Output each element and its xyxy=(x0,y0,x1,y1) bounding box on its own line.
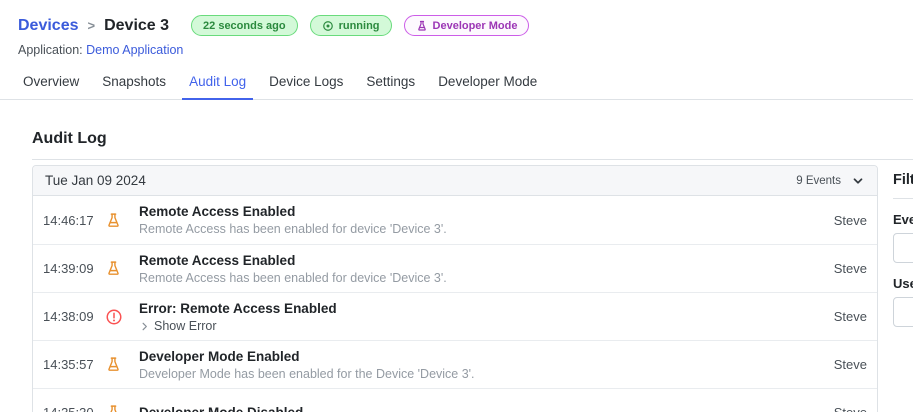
event-description: Remote Access has been enabled for devic… xyxy=(139,270,447,285)
filter-label-user: User xyxy=(893,276,913,291)
developer-mode-badge: Developer Mode xyxy=(403,15,530,36)
event-time: 14:39:09 xyxy=(43,261,94,276)
event-row: 14:46:17 Remote Access Enabled Remote Ac… xyxy=(33,196,877,244)
breadcrumb-separator: > xyxy=(87,18,96,33)
tab-settings[interactable]: Settings xyxy=(359,66,422,100)
developer-mode-badge-label: Developer Mode xyxy=(432,19,518,32)
tab-bar: Overview Snapshots Audit Log Device Logs… xyxy=(0,66,913,100)
page-title: Audit Log xyxy=(32,130,107,147)
tab-label: Audit Log xyxy=(189,74,247,89)
filter-label-event: Event xyxy=(893,212,913,227)
event-description: Developer Mode has been enabled for the … xyxy=(139,366,475,381)
flask-icon xyxy=(416,20,428,32)
flask-icon xyxy=(105,404,131,412)
tab-overview[interactable]: Overview xyxy=(16,66,86,100)
event-time: 14:35:30 xyxy=(43,405,105,412)
event-user: Steve xyxy=(834,405,867,412)
page-header: Devices > Device 3 22 seconds ago runnin… xyxy=(0,0,913,57)
status-badges: 22 seconds ago running Developer Mode xyxy=(191,15,530,36)
tab-label: Device Logs xyxy=(269,74,344,89)
tab-label: Settings xyxy=(366,74,416,89)
tab-device-logs[interactable]: Device Logs xyxy=(262,66,350,100)
breadcrumb-link-devices[interactable]: Devices xyxy=(18,17,79,35)
tab-audit-log[interactable]: Audit Log xyxy=(182,66,254,100)
date-group-header[interactable]: Tue Jan 09 2024 9 Events xyxy=(33,166,877,196)
event-time: 14:35:57 xyxy=(43,357,94,372)
event-title: Developer Mode Enabled xyxy=(139,348,300,364)
filter-user-input[interactable] xyxy=(893,297,913,327)
event-list: 14:46:17 Remote Access Enabled Remote Ac… xyxy=(33,196,877,412)
application-label: Application: xyxy=(18,43,83,57)
event-time: 14:38:09 xyxy=(43,309,94,324)
events-count: 9 Events xyxy=(796,174,841,187)
breadcrumb-current-device: Device 3 xyxy=(104,16,170,34)
show-error-link[interactable]: Show Error xyxy=(139,319,834,333)
event-user: Steve xyxy=(833,261,867,276)
event-title: Developer Mode Disabled xyxy=(139,404,834,412)
record-icon xyxy=(322,20,334,32)
event-description: Remote Access has been enabled for devic… xyxy=(139,222,447,236)
event-user: Steve xyxy=(833,212,867,228)
event-row: 14:35:30 Developer Mode Disabled Steve xyxy=(33,388,877,412)
tab-label: Overview xyxy=(23,74,80,89)
main-content: Audit Log Tue Jan 09 2024 9 Events 14:46… xyxy=(0,100,913,412)
filter-panel: Filter Event User xyxy=(893,165,913,412)
flask-icon xyxy=(105,356,131,373)
flask-icon xyxy=(105,260,131,277)
event-time: 14:46:17 xyxy=(43,212,94,228)
application-link[interactable]: Demo Application xyxy=(86,43,183,57)
last-seen-badge: 22 seconds ago xyxy=(191,15,298,36)
section-divider xyxy=(32,159,913,160)
tab-label: Developer Mode xyxy=(438,74,538,89)
event-row: 14:38:09 Error: Remote Access Enabled Sh… xyxy=(33,292,877,340)
chevron-down-icon[interactable] xyxy=(851,174,865,188)
event-title: Remote Access Enabled xyxy=(139,252,296,268)
show-error-label: Show Error xyxy=(154,319,217,333)
flask-icon xyxy=(105,212,131,229)
event-title: Error: Remote Access Enabled xyxy=(139,301,337,316)
filter-title: Filter xyxy=(893,172,913,188)
tab-developer-mode[interactable]: Developer Mode xyxy=(431,66,544,100)
error-icon xyxy=(105,308,131,326)
date-group-label: Tue Jan 09 2024 xyxy=(45,173,146,188)
event-title: Remote Access Enabled xyxy=(139,204,296,219)
last-seen-label: 22 seconds ago xyxy=(203,19,286,32)
filter-divider xyxy=(893,198,913,199)
event-user: Steve xyxy=(833,357,867,372)
chevron-right-icon xyxy=(142,322,147,330)
running-status-badge: running xyxy=(309,15,392,36)
event-row: 14:39:09 Remote Access Enabled Remote Ac… xyxy=(33,244,877,292)
filter-event-input[interactable] xyxy=(893,233,913,263)
event-user: Steve xyxy=(833,309,867,324)
tab-label: Snapshots xyxy=(102,74,167,89)
application-row: Application: Demo Application xyxy=(18,43,913,57)
audit-log-table: Tue Jan 09 2024 9 Events 14:46:17 Remote… xyxy=(32,165,878,412)
breadcrumb: Devices > Device 3 22 seconds ago runnin… xyxy=(18,15,913,36)
event-row: 14:35:57 Developer Mode Enabled Develope… xyxy=(33,340,877,388)
tab-snapshots[interactable]: Snapshots xyxy=(95,66,173,100)
running-status-label: running xyxy=(338,19,380,32)
